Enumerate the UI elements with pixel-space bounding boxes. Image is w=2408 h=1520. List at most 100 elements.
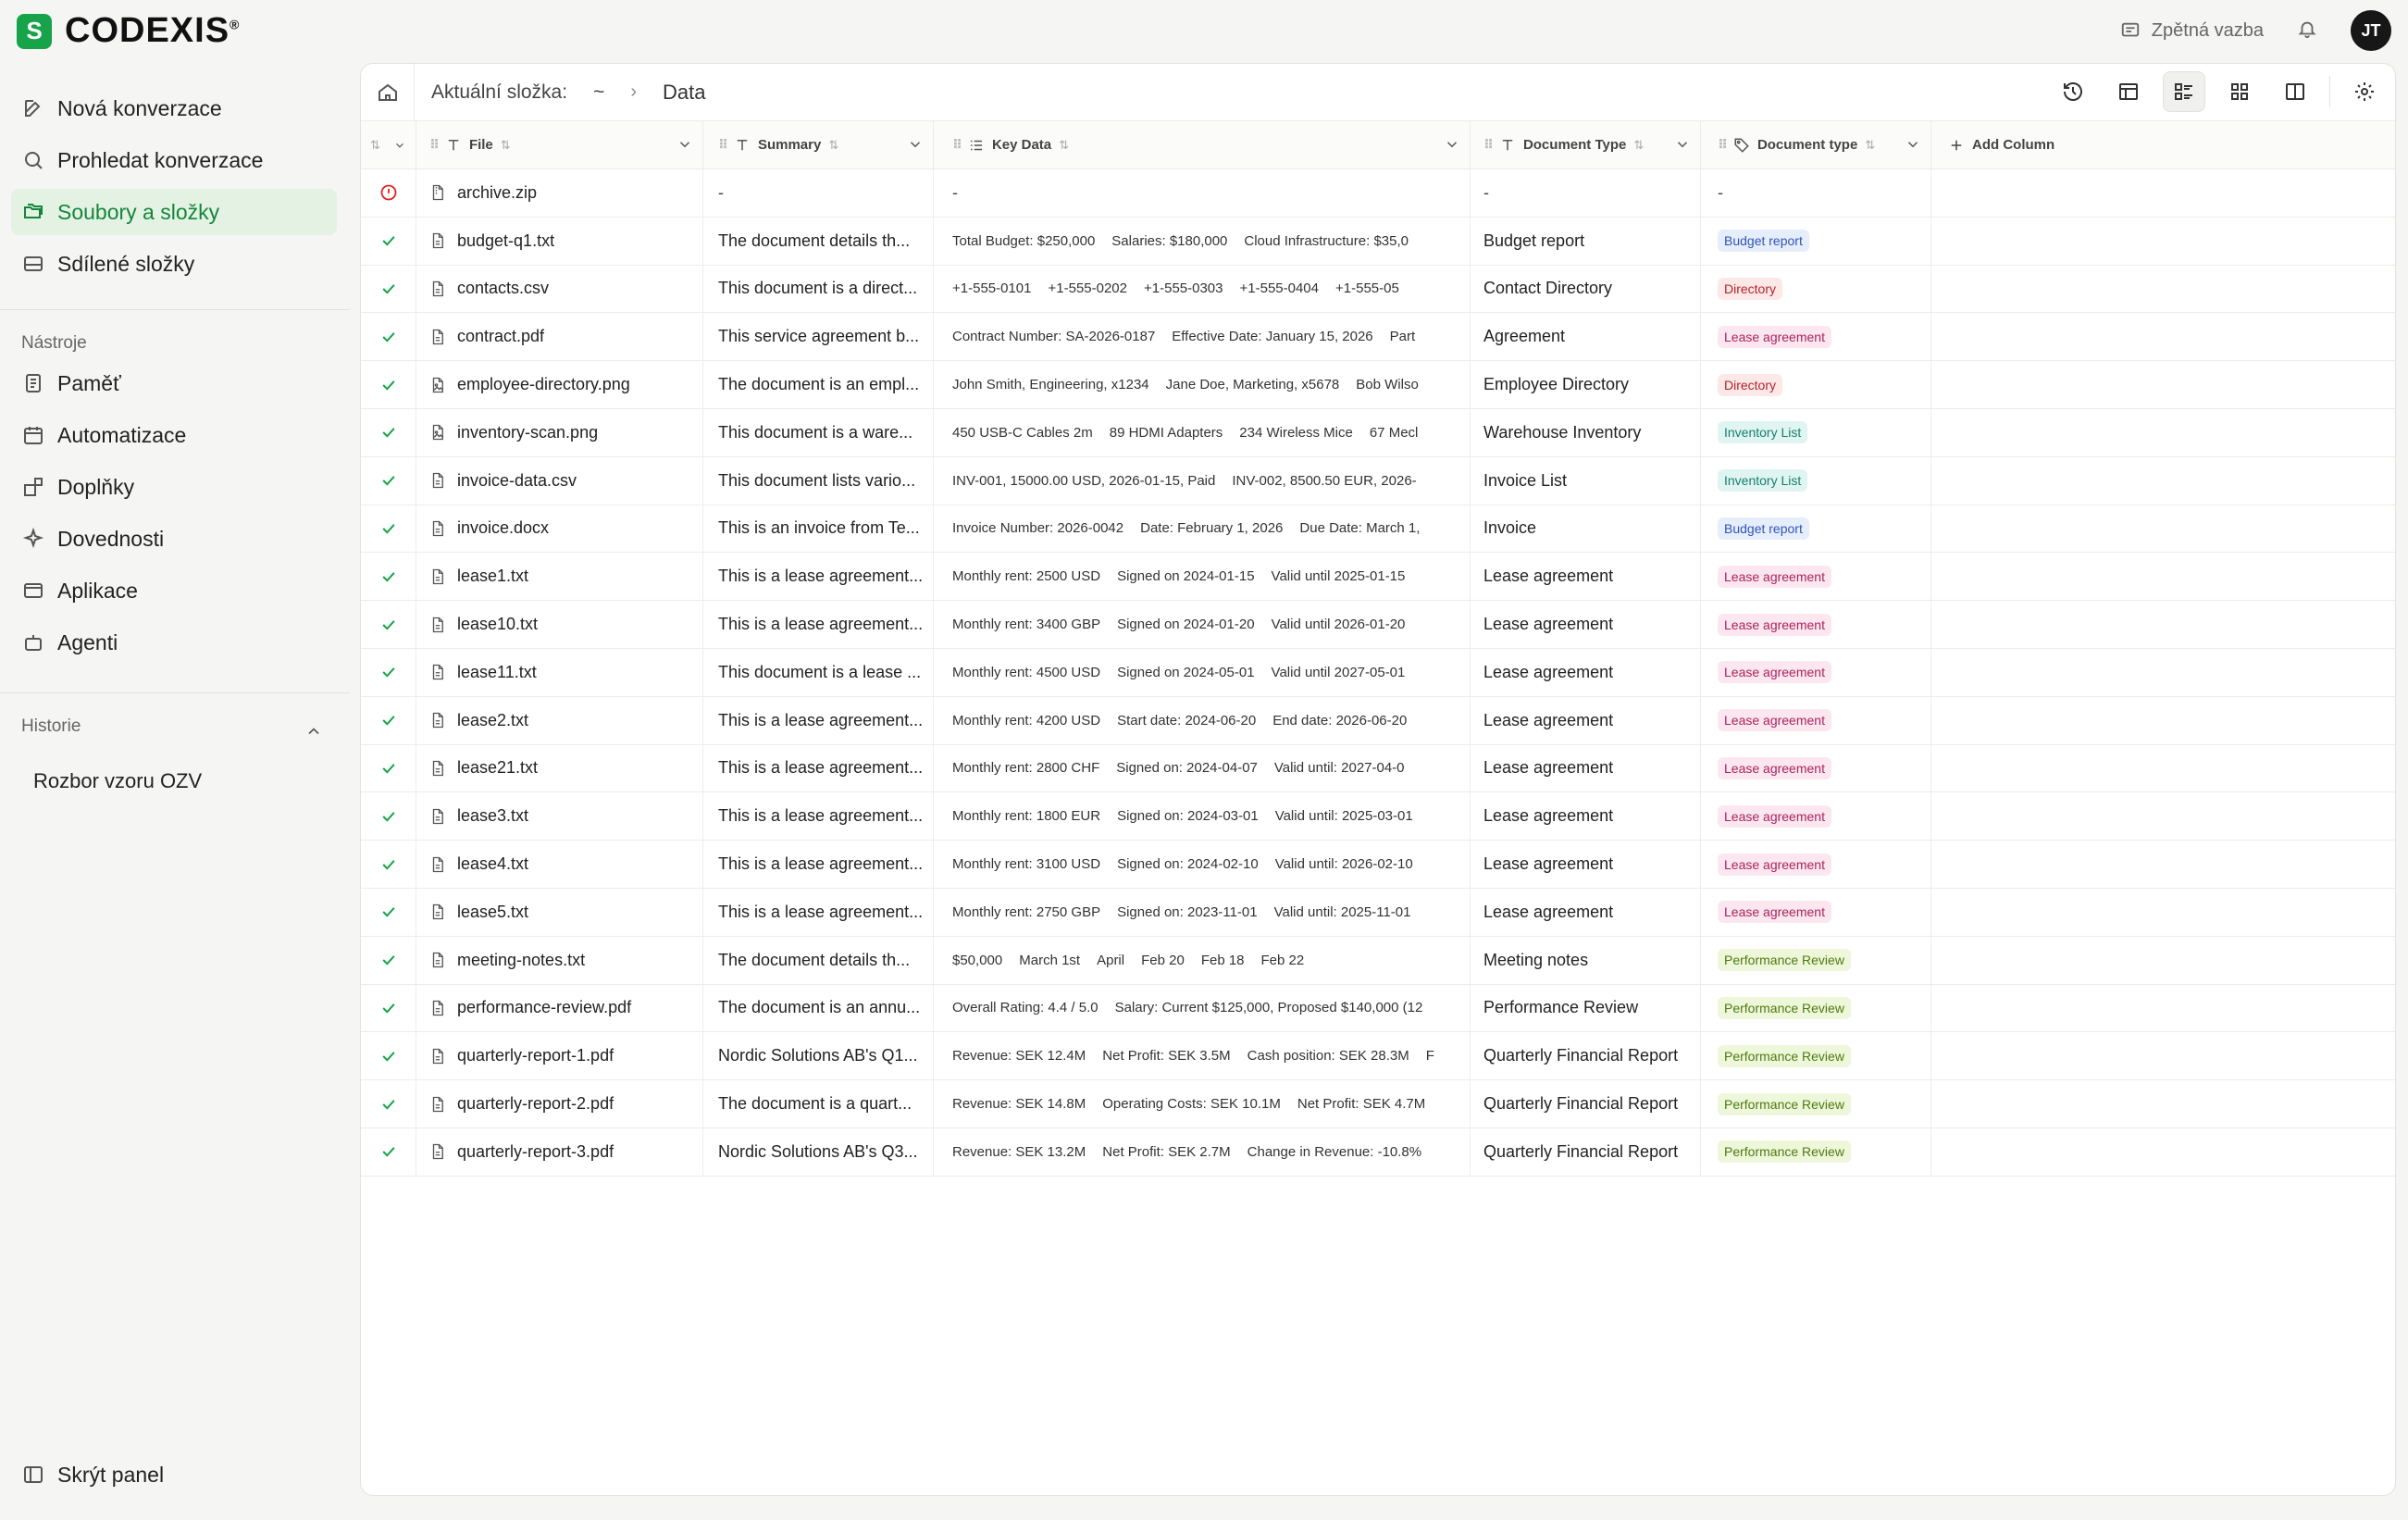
- summary-cell[interactable]: Nordic Solutions AB's Q1...: [703, 1032, 934, 1080]
- document-type-tag[interactable]: Lease agreement: [1718, 661, 1831, 684]
- summary-cell[interactable]: This is a lease agreement...: [703, 792, 934, 841]
- summary-cell[interactable]: This is a lease agreement...: [703, 841, 934, 888]
- document-type-tag[interactable]: Lease agreement: [1718, 853, 1831, 876]
- file-cell[interactable]: meeting-notes.txt: [416, 936, 703, 984]
- history-item[interactable]: Rozbor vzoru OZV: [22, 763, 328, 800]
- document-type-tag-cell[interactable]: Performance Review: [1701, 936, 1931, 984]
- document-type-tag-cell[interactable]: Performance Review: [1701, 1080, 1931, 1128]
- sort-icon[interactable]: ⇅: [1633, 138, 1644, 153]
- file-name[interactable]: lease5.txt: [457, 903, 528, 922]
- document-type-cell[interactable]: Warehouse Inventory: [1471, 408, 1701, 456]
- file-name[interactable]: performance-review.pdf: [457, 998, 631, 1017]
- table-row[interactable]: lease4.txt This is a lease agreement... …: [361, 841, 2395, 889]
- document-type-cell[interactable]: Quarterly Financial Report: [1471, 1080, 1701, 1128]
- table-row[interactable]: lease2.txt This is a lease agreement... …: [361, 696, 2395, 745]
- document-type-cell[interactable]: Agreement: [1471, 313, 1701, 361]
- table-row[interactable]: lease3.txt This is a lease agreement... …: [361, 792, 2395, 841]
- key-data-cell[interactable]: John Smith, Engineering, x1234 Jane Doe, …: [934, 361, 1471, 408]
- file-name[interactable]: quarterly-report-2.pdf: [457, 1094, 614, 1114]
- file-name[interactable]: quarterly-report-3.pdf: [457, 1142, 614, 1162]
- document-type-tag[interactable]: Lease agreement: [1718, 901, 1831, 924]
- file-name[interactable]: lease21.txt: [457, 758, 538, 778]
- key-data-cell[interactable]: Overall Rating: 4.4 / 5.0 Salary: Current…: [934, 984, 1471, 1032]
- chevron-down-icon[interactable]: [676, 136, 693, 153]
- nav-new-conversation[interactable]: Nová konverzace: [11, 85, 337, 131]
- document-type-tag[interactable]: Directory: [1718, 373, 1783, 396]
- document-type-tag-cell[interactable]: Inventory List: [1701, 408, 1931, 456]
- nav-agents[interactable]: Agenti: [11, 619, 337, 666]
- nav-apps[interactable]: Aplikace: [11, 567, 337, 614]
- document-type-tag[interactable]: Lease agreement: [1718, 709, 1831, 732]
- summary-cell[interactable]: This is a lease agreement...: [703, 553, 934, 601]
- nav-memory[interactable]: Paměť: [11, 360, 337, 406]
- history-view-button[interactable]: [2052, 71, 2094, 112]
- table-row[interactable]: quarterly-report-2.pdf The document is a…: [361, 1080, 2395, 1128]
- table-row[interactable]: meeting-notes.txt The document details t…: [361, 936, 2395, 985]
- document-type-cell[interactable]: Contact Directory: [1471, 265, 1701, 313]
- document-type-cell[interactable]: Quarterly Financial Report: [1471, 1128, 1701, 1176]
- summary-cell[interactable]: This is a lease agreement...: [703, 744, 934, 792]
- key-data-cell[interactable]: Monthly rent: 4200 USD Start date: 2024-0…: [934, 696, 1471, 744]
- breadcrumb-root[interactable]: ~: [593, 81, 604, 104]
- key-data-cell[interactable]: Revenue: SEK 13.2M Net Profit: SEK 2.7M Ch…: [934, 1128, 1471, 1176]
- document-type-tag[interactable]: Lease agreement: [1718, 325, 1831, 348]
- file-cell[interactable]: lease1.txt: [416, 553, 703, 601]
- key-data-cell[interactable]: 450 USB-C Cables 2m 89 HDMI Adapters 234 W…: [934, 408, 1471, 456]
- table-row[interactable]: lease1.txt This is a lease agreement... …: [361, 553, 2395, 602]
- document-type-tag[interactable]: Performance Review: [1718, 1140, 1851, 1164]
- breadcrumb-current[interactable]: Data: [663, 81, 705, 105]
- document-type-tag[interactable]: Performance Review: [1718, 996, 1851, 1019]
- document-type-tag-cell[interactable]: Lease agreement: [1701, 888, 1931, 936]
- table-row[interactable]: invoice-data.csv This document lists var…: [361, 456, 2395, 505]
- key-data-cell[interactable]: INV-001, 15000.00 USD, 2026-01-15, Paid I…: [934, 456, 1471, 505]
- document-type-cell[interactable]: Lease agreement: [1471, 553, 1701, 601]
- file-name[interactable]: invoice-data.csv: [457, 471, 577, 491]
- file-name[interactable]: employee-directory.png: [457, 375, 630, 394]
- home-button[interactable]: [361, 64, 415, 121]
- table-row[interactable]: lease11.txt This document is a lease ...…: [361, 648, 2395, 697]
- column-header-key-data[interactable]: ⠿ Key Data ⇅: [934, 121, 1471, 168]
- file-name[interactable]: contacts.csv: [457, 279, 549, 298]
- hide-panel-button[interactable]: Skrýt panel: [11, 1451, 337, 1498]
- notifications-button[interactable]: [2297, 19, 2317, 44]
- file-cell[interactable]: contacts.csv: [416, 265, 703, 313]
- document-type-tag-cell[interactable]: Lease agreement: [1701, 792, 1931, 841]
- summary-cell[interactable]: This is a lease agreement...: [703, 888, 934, 936]
- file-cell[interactable]: lease3.txt: [416, 792, 703, 841]
- document-type-tag-cell[interactable]: Inventory List: [1701, 456, 1931, 505]
- key-data-cell[interactable]: Revenue: SEK 12.4M Net Profit: SEK 3.5M Ca…: [934, 1032, 1471, 1080]
- table-row[interactable]: invoice.docx This is an invoice from Te.…: [361, 505, 2395, 554]
- document-type-tag[interactable]: Budget report: [1718, 517, 1809, 540]
- chevron-down-icon[interactable]: [907, 136, 924, 153]
- file-cell[interactable]: archive.zip: [416, 169, 703, 217]
- summary-cell[interactable]: The document is an empl...: [703, 361, 934, 408]
- document-type-tag-cell[interactable]: Directory: [1701, 265, 1931, 313]
- user-avatar[interactable]: JT: [2351, 10, 2391, 51]
- drag-handle-icon[interactable]: ⠿: [952, 137, 962, 153]
- document-type-cell[interactable]: Budget report: [1471, 217, 1701, 265]
- key-data-cell[interactable]: Total Budget: $250,000 Salaries: $180,000…: [934, 217, 1471, 265]
- table-row[interactable]: quarterly-report-3.pdf Nordic Solutions …: [361, 1128, 2395, 1177]
- document-type-cell[interactable]: Lease agreement: [1471, 841, 1701, 888]
- sort-icon[interactable]: ⇅: [1865, 138, 1875, 153]
- chevron-down-icon[interactable]: [1905, 136, 1921, 153]
- file-cell[interactable]: quarterly-report-3.pdf: [416, 1128, 703, 1176]
- document-type-tag[interactable]: Lease agreement: [1718, 756, 1831, 779]
- select-all-column[interactable]: ⇅: [361, 121, 416, 168]
- file-cell[interactable]: lease5.txt: [416, 888, 703, 936]
- document-type-tag[interactable]: Performance Review: [1718, 1092, 1851, 1115]
- document-type-tag-cell[interactable]: Lease agreement: [1701, 696, 1931, 744]
- file-name[interactable]: lease3.txt: [457, 806, 528, 826]
- file-name[interactable]: invoice.docx: [457, 518, 549, 538]
- document-type-tag-cell[interactable]: Lease agreement: [1701, 648, 1931, 696]
- add-column-button[interactable]: Add Column: [1931, 121, 2395, 168]
- key-data-cell[interactable]: -: [934, 169, 1471, 217]
- summary-cell[interactable]: The document details th...: [703, 217, 934, 265]
- table-row[interactable]: employee-directory.png The document is a…: [361, 361, 2395, 409]
- document-type-cell[interactable]: Meeting notes: [1471, 936, 1701, 984]
- file-cell[interactable]: contract.pdf: [416, 313, 703, 361]
- key-data-cell[interactable]: Monthly rent: 2500 USD Signed on 2024-01-…: [934, 553, 1471, 601]
- summary-cell[interactable]: This is a lease agreement...: [703, 601, 934, 648]
- file-name[interactable]: lease10.txt: [457, 615, 538, 634]
- key-data-cell[interactable]: Monthly rent: 3400 GBP Signed on 2024-01-…: [934, 601, 1471, 648]
